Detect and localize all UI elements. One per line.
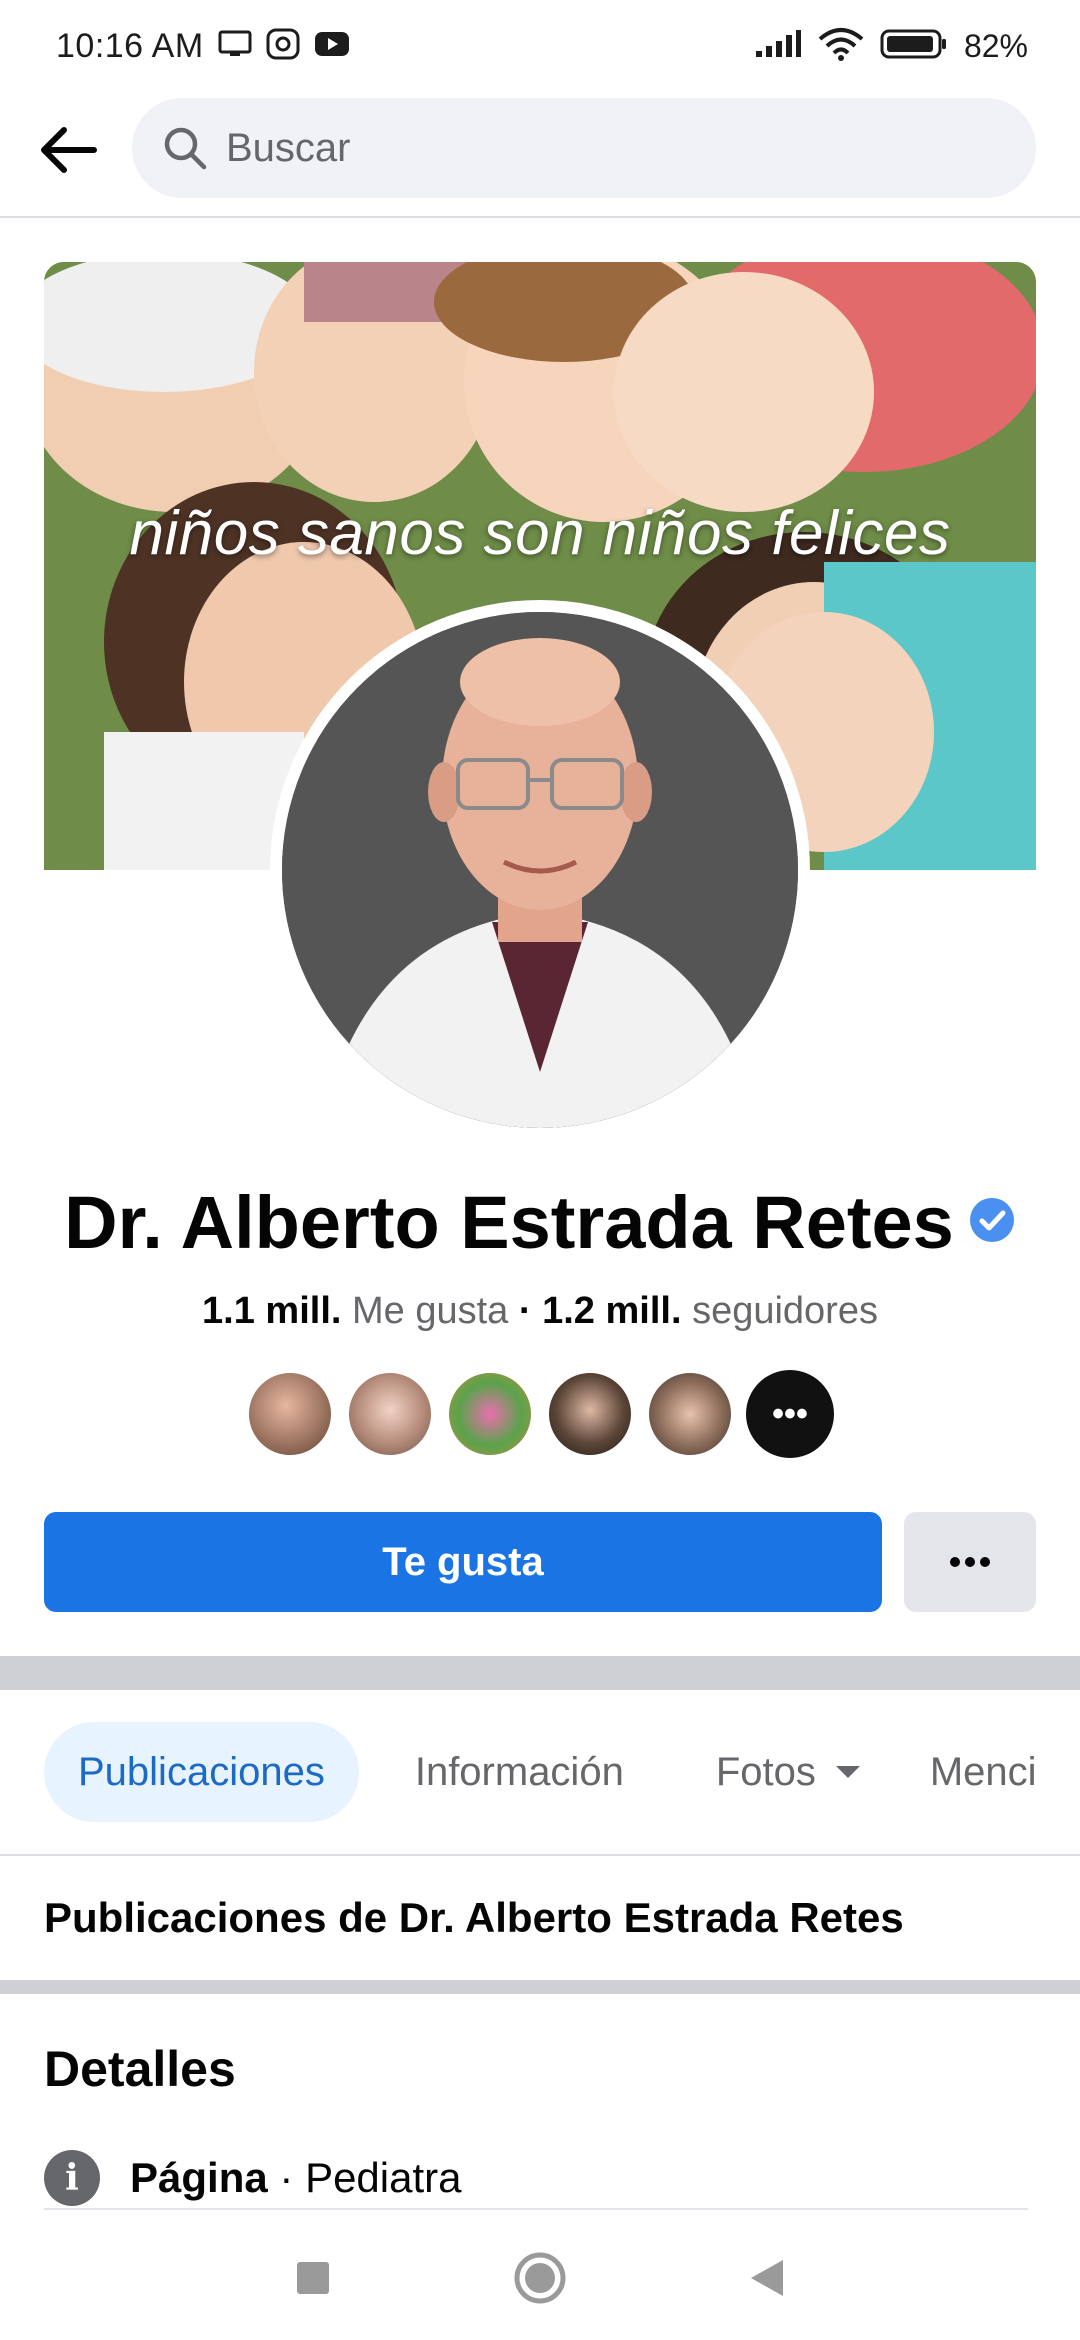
youtube-icon (314, 30, 350, 63)
detail-category-value: Pediatra (305, 2154, 462, 2201)
profile-photo (282, 612, 798, 1128)
home-circle-icon (514, 2252, 566, 2304)
arrow-left-icon (41, 127, 97, 173)
back-system-button[interactable] (727, 2238, 807, 2318)
friend-avatar[interactable] (246, 1370, 334, 1458)
friend-avatar[interactable] (446, 1370, 534, 1458)
likes-label: Me gusta (352, 1290, 509, 1332)
friend-avatar[interactable] (646, 1370, 734, 1458)
info-icon: i (44, 2150, 100, 2206)
cover-caption: niños sanos son niños felices (129, 499, 951, 568)
recents-square-icon (297, 2262, 330, 2294)
friend-avatar[interactable] (346, 1370, 434, 1458)
top-bar: Buscar (0, 92, 1080, 218)
home-button[interactable] (500, 2238, 580, 2318)
more-options-button[interactable] (904, 1512, 1036, 1612)
tab-label: Información (414, 1749, 624, 1794)
tab-label: Menci (929, 1749, 1037, 1794)
battery-icon (880, 28, 948, 65)
friend-avatar[interactable] (546, 1370, 634, 1458)
followers-count: 1.2 mill. (542, 1290, 682, 1332)
friends-who-like[interactable]: ••• (0, 1370, 1080, 1458)
page-stats: 1.1 mill. Me gusta · 1.2 mill. seguidore… (0, 1290, 1080, 1333)
detail-category-row: i Página · Pediatra (44, 2150, 462, 2206)
screen-cast-icon (218, 29, 252, 64)
recents-button[interactable] (273, 2238, 353, 2318)
search-placeholder: Buscar (226, 125, 351, 170)
detail-divider (44, 2208, 1028, 2210)
record-icon (266, 27, 300, 66)
status-left: 10:16 AM (56, 27, 350, 66)
likes-count: 1.1 mill. (202, 1290, 342, 1332)
followers-label: seguidores (692, 1290, 878, 1332)
tabs-divider (0, 1854, 1080, 1856)
status-bar: 10:16 AM 82% (0, 0, 1080, 92)
back-button[interactable] (32, 114, 104, 186)
detail-separator: · (279, 2154, 294, 2201)
page-title: Dr. Alberto Estrada Retes (64, 1181, 954, 1264)
tab-informacion[interactable]: Información (381, 1722, 658, 1822)
detail-category: Página · Pediatra (130, 2154, 462, 2202)
more-dots-icon (950, 1557, 990, 1567)
signal-icon (754, 29, 802, 64)
wifi-icon (818, 27, 864, 66)
section-divider (0, 1980, 1080, 1994)
tab-label: Publicaciones (78, 1749, 325, 1794)
search-icon (164, 127, 207, 170)
profile-picture[interactable] (270, 600, 810, 1140)
like-button[interactable]: Te gusta (44, 1512, 882, 1612)
profile-tabs: Publicaciones Información Fotos Menci (44, 1722, 1080, 1822)
more-friends-button[interactable]: ••• (746, 1370, 834, 1458)
chevron-down-icon (835, 1766, 860, 1778)
detail-category-label: Página (130, 2154, 268, 2201)
system-nav-bar (0, 2216, 1080, 2340)
status-time: 10:16 AM (56, 26, 204, 65)
search-input[interactable]: Buscar (132, 98, 1036, 198)
tab-menciones[interactable]: Menci (896, 1722, 1037, 1822)
back-triangle-icon (750, 2260, 783, 2296)
status-right: 82% (754, 27, 1028, 66)
tab-publicaciones[interactable]: Publicaciones (44, 1722, 359, 1822)
tab-fotos[interactable]: Fotos (682, 1722, 896, 1822)
tab-label: Fotos (715, 1749, 816, 1794)
details-heading: Detalles (44, 2041, 236, 2097)
stats-separator: · (518, 1290, 532, 1332)
section-divider (0, 1656, 1080, 1690)
verified-badge-icon (968, 1196, 1016, 1249)
battery-percent: 82% (963, 27, 1028, 64)
posts-heading: Publicaciones de Dr. Alberto Estrada Ret… (44, 1894, 904, 1941)
profile-name-row: Dr. Alberto Estrada Retes (0, 1180, 1080, 1265)
